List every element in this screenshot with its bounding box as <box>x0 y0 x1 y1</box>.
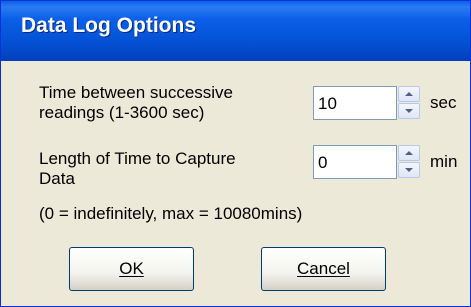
duration-unit: min <box>430 152 458 171</box>
duration-label: Length of Time to Capture Data <box>39 149 236 189</box>
ok-button[interactable]: OK <box>69 247 194 291</box>
duration-label-line2: Data <box>39 169 75 188</box>
interval-label-line1: Time between successive <box>39 83 234 102</box>
cancel-button[interactable]: Cancel <box>261 247 386 291</box>
duration-increment-button[interactable] <box>398 145 420 161</box>
dialog-title: Data Log Options <box>21 14 196 37</box>
interval-label: Time between successive readings (1-3600… <box>39 83 233 123</box>
ok-button-label: OK <box>119 259 144 278</box>
interval-label-line2: readings (1-3600 sec) <box>39 103 205 122</box>
interval-decrement-button[interactable] <box>398 103 420 119</box>
interval-spin-buttons <box>398 86 420 120</box>
duration-spinner <box>313 145 420 179</box>
interval-spinner <box>313 86 420 120</box>
triangle-down-icon <box>405 168 413 172</box>
interval-increment-button[interactable] <box>398 86 420 102</box>
duration-input[interactable] <box>313 145 397 179</box>
interval-input[interactable] <box>313 86 397 120</box>
duration-label-line1: Length of Time to Capture <box>39 149 236 168</box>
dialog-body: Time between successive readings (1-3600… <box>1 61 470 306</box>
duration-decrement-button[interactable] <box>398 162 420 178</box>
duration-spin-buttons <box>398 145 420 179</box>
triangle-up-icon <box>405 92 413 96</box>
duration-note: (0 = indefinitely, max = 10080mins) <box>39 204 303 223</box>
interval-unit: sec <box>430 93 457 112</box>
cancel-button-label: Cancel <box>297 259 350 278</box>
data-log-options-dialog: Data Log Options Time between successive… <box>0 0 471 307</box>
triangle-down-icon <box>405 109 413 113</box>
title-bar[interactable]: Data Log Options <box>1 1 470 61</box>
triangle-up-icon <box>405 151 413 155</box>
